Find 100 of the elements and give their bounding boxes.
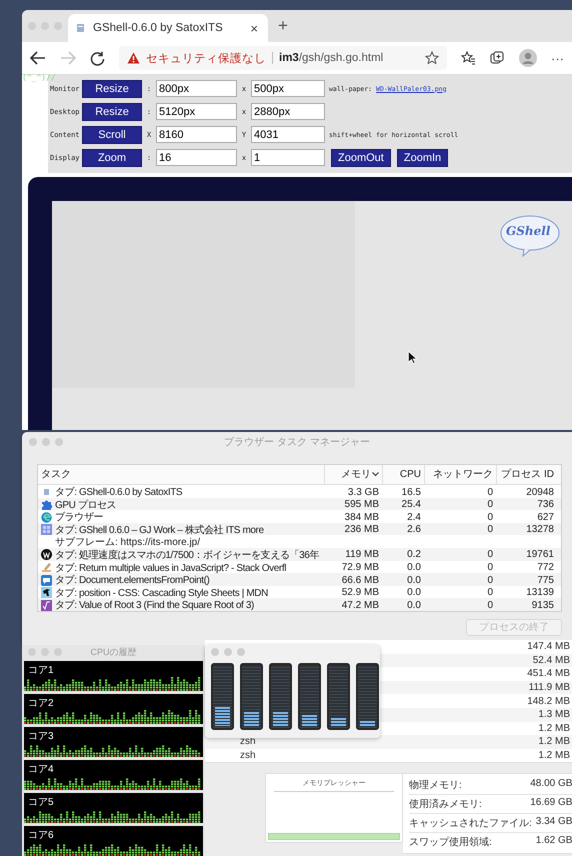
warning-icon	[127, 52, 140, 64]
stat-label: 使用済みメモリ:	[409, 798, 482, 812]
column-header[interactable]: ネットワーク	[424, 465, 496, 484]
column-header[interactable]: CPU	[382, 465, 424, 484]
cpu-cell-text: 0.0	[406, 600, 422, 611]
cpu-cell-text: 0.2	[406, 549, 422, 560]
value-field[interactable]: 500px	[251, 80, 325, 97]
security-warning: セキュリティ保護なし	[146, 52, 266, 66]
network-cell-text: 0	[486, 562, 494, 574]
memory-cell-text: 52.4 MB	[532, 654, 571, 666]
window-title: ブラウザー タスク マネージャー	[224, 436, 370, 449]
task-cell-text: タブ: 処理速度はスマホの1/7500：ボイジャーを支える「36年	[55, 548, 320, 562]
puzzle-icon	[41, 499, 52, 510]
stat-value: 1.62 GB	[536, 835, 572, 848]
memory-cell-text: 1.3 MB	[537, 709, 571, 720]
memory-cell-text: 72.9 MB	[340, 562, 380, 574]
value-field[interactable]: 1	[251, 149, 325, 166]
column-header[interactable]: メモリ	[324, 465, 382, 484]
action-button[interactable]: Resize	[82, 80, 142, 98]
reload-icon[interactable]	[90, 50, 105, 66]
cpu-cell-text: 25.4	[400, 499, 422, 510]
task-cell-text: タブ: Return multiple values in JavaScript? - Stack Overfl	[55, 562, 286, 574]
column-header[interactable]: プロセス ID	[496, 465, 557, 484]
cpu-cell-text: 0.0	[406, 562, 422, 574]
memory-cell-text: 147.4 MB	[526, 641, 571, 652]
cursor-icon	[408, 351, 417, 364]
cpu-cell-text: 2.4	[406, 512, 422, 523]
core-label: コア4	[28, 763, 54, 776]
sort-chevron-icon[interactable]	[372, 472, 379, 477]
network-cell-text: 0	[486, 587, 494, 598]
action-button[interactable]: Scroll	[82, 126, 142, 144]
core-label: コア1	[28, 664, 54, 677]
pid-cell-text: 13278	[525, 524, 555, 536]
memory-cell-text: 1.2 MB	[537, 750, 571, 762]
pid-cell-text: 736	[536, 499, 555, 510]
task-cell-text: タブ: Document.elementsFromPoint()	[55, 574, 210, 588]
back-icon[interactable]	[30, 51, 46, 65]
zoom-button[interactable]: ZoomOut	[331, 148, 391, 166]
core-label: コア6	[28, 829, 54, 842]
value-field[interactable]: 8160	[156, 126, 237, 143]
network-cell-text: 0	[486, 574, 494, 586]
stat-value: 16.69 GB	[530, 797, 572, 810]
pencil-icon	[41, 562, 52, 574]
star-icon[interactable]	[425, 51, 439, 65]
column-header[interactable]: タスク	[38, 465, 324, 484]
cpu-cell-text: 16.5	[400, 486, 422, 498]
cpu-cell-text: 0.0	[406, 574, 422, 586]
value-field[interactable]: 5120px	[156, 103, 237, 120]
stat-label: キャッシュされたファイル:	[409, 817, 532, 830]
value-field[interactable]: 16	[156, 149, 237, 166]
collections-icon[interactable]	[490, 51, 505, 65]
pid-cell-text: 627	[536, 512, 555, 523]
browser-logo-icon	[41, 512, 52, 523]
page-icon	[76, 23, 85, 33]
value-field[interactable]: 800px	[156, 80, 237, 97]
core-label: コア2	[28, 697, 54, 710]
grid-icon	[41, 524, 52, 536]
value-field[interactable]: 2880px	[251, 103, 325, 120]
pid-cell-text: 19761	[525, 549, 555, 560]
stat-value: 48.00 GB	[530, 778, 572, 792]
pid-cell-text: 13139	[525, 587, 555, 598]
task-cell-text: タブ: GShell-0.6.0 by SatoxITS	[55, 486, 182, 499]
network-cell-text: 0	[486, 512, 494, 523]
dinosaur-icon	[41, 587, 52, 598]
pid-cell-text: 20948	[525, 486, 555, 498]
task-cell-text: ブラウザー	[55, 510, 104, 524]
profile-avatar-icon[interactable]	[519, 49, 537, 67]
network-cell-text: 0	[486, 549, 494, 560]
window-title: CPUの履歴	[90, 646, 136, 658]
favorites-icon[interactable]	[461, 51, 476, 65]
cpu-cell-text: 2.6	[406, 524, 422, 536]
new-tab-button[interactable]: +	[274, 16, 292, 36]
process-name: zsh	[240, 750, 257, 762]
browser-tab[interactable]: GShell-0.6.0 by SatoxITS ×	[68, 14, 268, 42]
pid-cell-text: 772	[536, 562, 555, 574]
memory-cell-text: 52.9 MB	[340, 587, 380, 598]
process-name: zsh	[240, 736, 257, 748]
memory-cell-text: 111.9 MB	[528, 682, 571, 694]
cpu-cell-text: 0.0	[406, 587, 422, 598]
memory-cell-text: 451.4 MB	[526, 668, 571, 680]
pid-cell-text: 9135	[530, 600, 555, 611]
memory-cell-text: 47.2 MB	[340, 600, 380, 611]
action-button[interactable]: Resize	[82, 102, 142, 120]
memory-cell-text: 148.2 MB	[526, 696, 571, 707]
memory-cell-text: 119 MB	[344, 549, 380, 560]
stat-label: 物理メモリ:	[409, 779, 462, 792]
core-label: コア5	[28, 796, 54, 809]
core-label: コア3	[28, 730, 54, 743]
task-cell-text: タブ: position - CSS: Cascading Style Sheets | MDN	[55, 586, 268, 600]
value-field[interactable]: 4031	[251, 126, 325, 143]
address-bar[interactable]: セキュリティ保護なし im3/gsh/gsh.go.html	[119, 46, 447, 70]
memory-cell-text: 236 MB	[344, 524, 380, 536]
close-tab-button[interactable]: ×	[248, 20, 260, 36]
more-button[interactable]: ···	[551, 50, 564, 66]
zoom-button[interactable]: ZoomIn	[396, 148, 448, 166]
network-cell-text: 0	[486, 499, 494, 510]
memory-cell-text: 66.6 MB	[340, 574, 380, 586]
stat-value: 3.34 GB	[536, 816, 572, 830]
action-button[interactable]: Zoom	[82, 148, 142, 166]
memory-cell-text: 1.2 MB	[537, 736, 571, 748]
